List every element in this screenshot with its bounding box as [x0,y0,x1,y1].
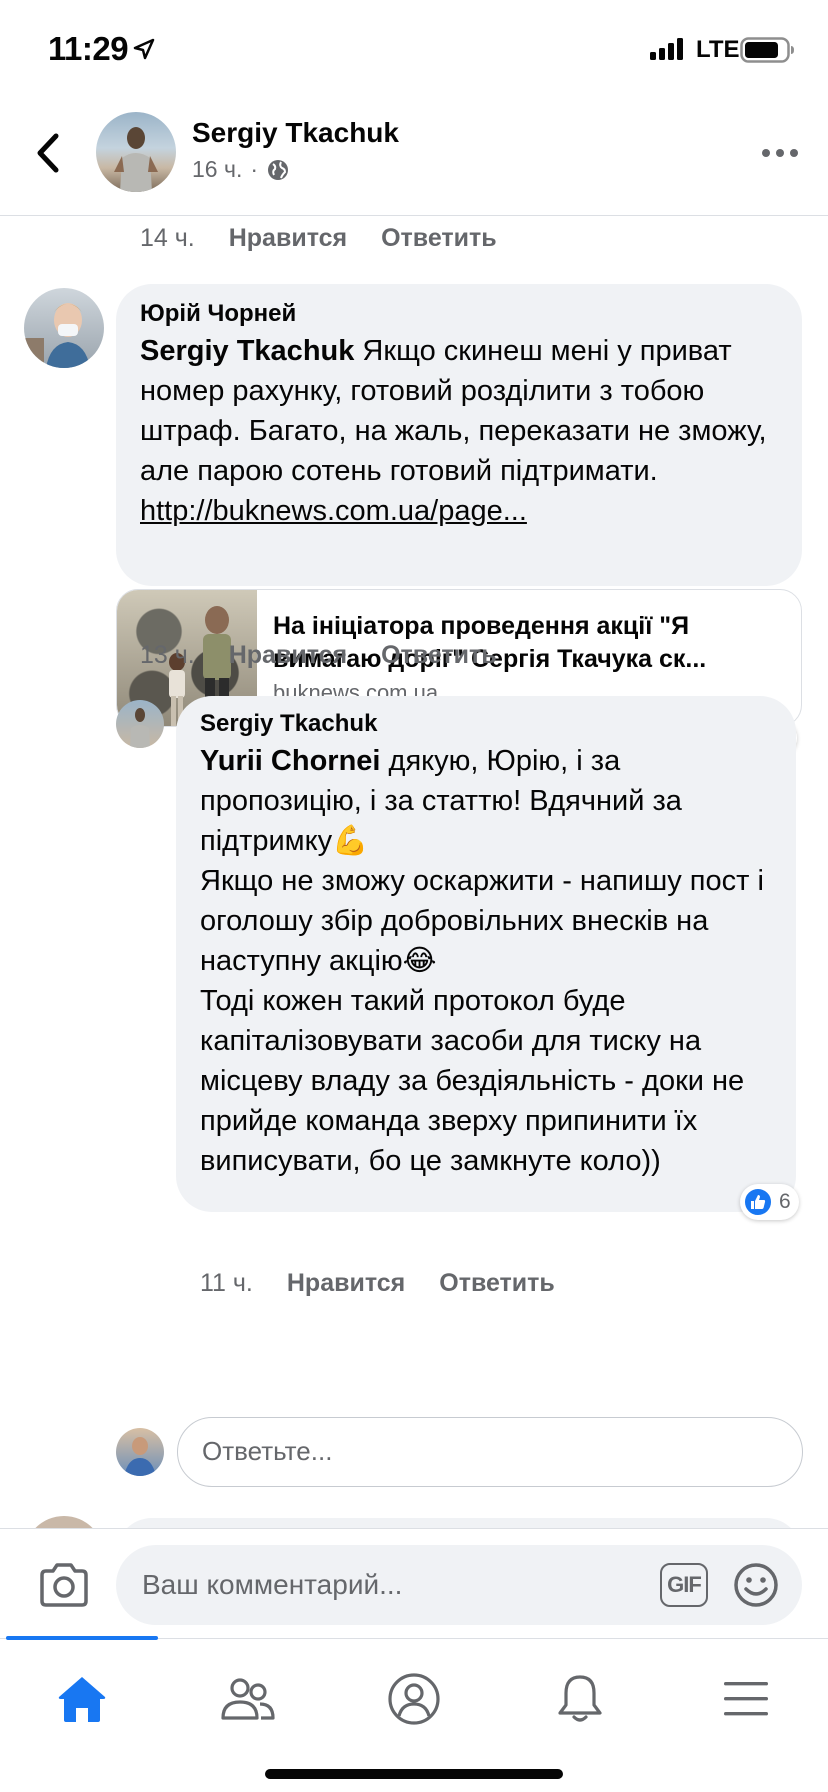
gif-button[interactable]: GIF [660,1563,708,1607]
comment-actions: 13 ч. Нравится Ответить [140,641,531,670]
reply-text: Yurii Chornei дякую, Юрію, і за пропозиц… [200,741,772,1181]
next-commenter-avatar[interactable] [24,1516,104,1528]
reply-bubble[interactable]: Sergiy Tkachuk Yurii Chornei дякую, Юрію… [176,696,796,1212]
comment-link[interactable]: http://buknews.com.ua/page... [140,495,527,527]
more-options-icon[interactable] [760,146,800,160]
author-name[interactable]: Sergiy Tkachuk [192,117,399,149]
profile-icon [388,1673,440,1725]
reply-mention[interactable]: Yurii Chornei [200,745,380,777]
comment-author[interactable]: Юрій Чорней [140,300,778,328]
reply-button[interactable]: Ответить [381,641,497,670]
post-time[interactable]: 16 ч. [192,156,242,183]
bell-icon [558,1675,602,1722]
home-indicator [265,1769,563,1779]
reaction-summary[interactable]: 6 [740,1184,799,1220]
meta-separator: · [250,156,259,182]
reply-actions: 11 ч. Нравится Ответить [200,1269,589,1298]
battery-icon [740,37,794,63]
reply-author[interactable]: Sergiy Tkachuk [200,710,772,738]
commenter-avatar[interactable] [24,288,104,368]
tab-friends[interactable] [208,1659,288,1739]
comment-mention[interactable]: Sergiy Tkachuk [140,335,354,367]
active-tab-indicator [6,1636,158,1640]
my-avatar [116,1428,164,1476]
tab-notifications[interactable] [540,1659,620,1739]
reply-time[interactable]: 11 ч. [200,1269,253,1298]
reaction-count: 6 [779,1190,791,1213]
replier-avatar[interactable] [116,700,164,748]
post-header: Sergiy Tkachuk 16 ч. · [0,100,828,216]
bottom-tab-bar [0,1636,828,1792]
emoji-icon[interactable] [732,1561,780,1609]
status-bar: 11:29 LTE [0,0,828,100]
reply-body: дякую, Юрію, і за пропозицію, і за статт… [200,745,764,1177]
tab-menu[interactable] [706,1659,786,1739]
comment-time[interactable]: 13 ч. [140,641,195,670]
like-button[interactable]: Нравится [287,1269,405,1298]
post-meta: 16 ч. · [192,156,290,183]
next-comment-bubble[interactable] [116,1518,802,1528]
menu-icon [724,1682,768,1716]
tab-home[interactable] [42,1659,122,1739]
comments-feed: 14 ч. Нравится Ответить Юрій Чорней Serg… [0,216,828,1528]
home-icon [58,1677,106,1722]
network-type: LTE [696,36,740,63]
reply-button[interactable]: Ответить [439,1269,555,1298]
comment-actions: 14 ч. Нравится Ответить [140,224,531,253]
tab-profile[interactable] [374,1659,454,1739]
comment-composer: Ваш комментарий... GIF [0,1528,828,1638]
comment-time[interactable]: 14 ч. [140,224,195,253]
comment-bubble[interactable]: Юрій Чорней Sergiy Tkachuk Якщо скинеш м… [116,284,802,586]
status-time: 11:29 [48,30,129,67]
like-button[interactable]: Нравится [229,224,347,253]
location-arrow-icon [133,38,155,60]
reply-input[interactable]: Ответьте... [177,1417,803,1487]
comment-text: Sergiy Tkachuk Якщо скинеш мені у приват… [140,331,778,531]
reply-button[interactable]: Ответить [381,224,497,253]
camera-icon[interactable] [38,1561,90,1609]
like-reaction-icon [743,1187,773,1217]
back-icon[interactable] [28,128,68,178]
author-avatar[interactable] [96,112,176,192]
like-button[interactable]: Нравится [229,641,347,670]
friends-icon [221,1678,275,1720]
cellular-signal-icon [650,38,683,60]
globe-icon [268,159,289,180]
